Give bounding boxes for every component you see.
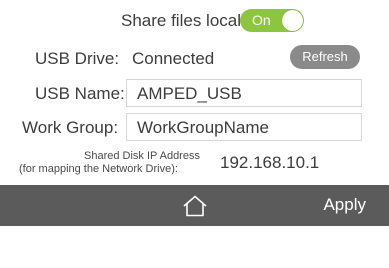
toggle-state-text: On xyxy=(252,12,271,28)
bottom-bar: Apply xyxy=(0,185,389,226)
usb-drive-label: USB Drive: xyxy=(35,49,120,68)
ip-label-line2: (for mapping the Network Drive): xyxy=(19,163,178,175)
refresh-button[interactable]: Refresh xyxy=(290,45,360,69)
work-group-input[interactable]: WorkGroupName xyxy=(126,113,362,141)
usb-drive-status: Connected xyxy=(132,49,215,68)
apply-button[interactable]: Apply xyxy=(323,195,366,215)
ip-address-value: 192.168.10.1 xyxy=(220,153,320,172)
toggle-knob xyxy=(282,10,303,31)
ip-label-line1: Shared Disk IP Address xyxy=(84,150,200,162)
work-group-label: Work Group: xyxy=(22,118,119,137)
share-files-label: Share files locally: xyxy=(121,11,259,30)
home-icon[interactable] xyxy=(182,195,208,217)
share-files-toggle[interactable]: On xyxy=(240,9,304,32)
usb-name-input[interactable]: AMPED_USB xyxy=(126,79,362,107)
usb-name-label: USB Name: xyxy=(35,84,125,103)
usb-settings-panel: Share files locally: On USB Drive: Conne… xyxy=(0,0,389,226)
